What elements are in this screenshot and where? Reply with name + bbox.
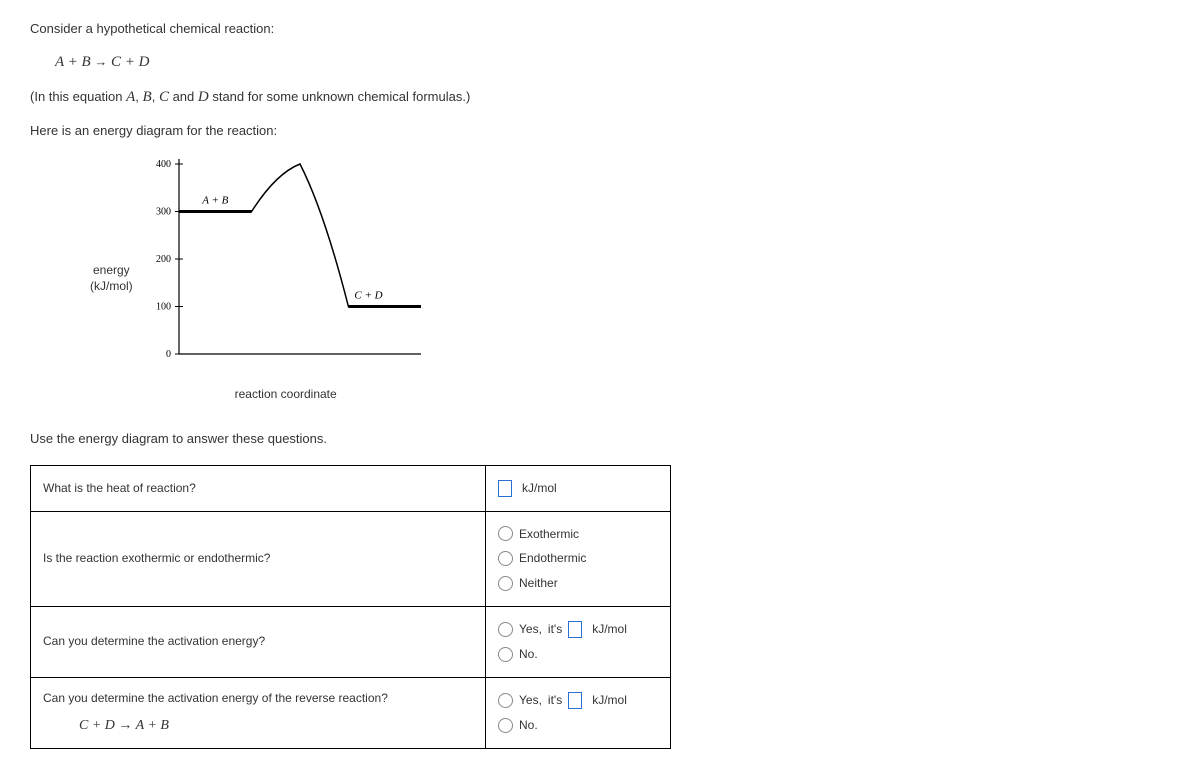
q3-opt-no[interactable]: No. bbox=[498, 642, 658, 667]
svg-text:C + D: C + D bbox=[354, 290, 382, 302]
q1-answer[interactable]: kJ/mol bbox=[498, 476, 658, 501]
q4-text: Can you determine the activation energy … bbox=[31, 677, 486, 748]
q2-opt-endothermic[interactable]: Endothermic bbox=[498, 546, 658, 571]
number-input[interactable] bbox=[568, 692, 582, 709]
q3-opt-yes[interactable]: Yes, it's kJ/mol bbox=[498, 617, 658, 642]
number-input[interactable] bbox=[498, 480, 512, 497]
radio-icon[interactable] bbox=[498, 693, 513, 708]
q2-opt-neither[interactable]: Neither bbox=[498, 571, 658, 596]
q3-text: Can you determine the activation energy? bbox=[31, 606, 486, 677]
x-axis-label: reaction coordinate bbox=[141, 386, 431, 403]
svg-text:300: 300 bbox=[156, 207, 171, 218]
intro-text: Consider a hypothetical chemical reactio… bbox=[30, 20, 1154, 38]
svg-text:200: 200 bbox=[156, 254, 171, 265]
svg-text:100: 100 bbox=[156, 302, 171, 313]
number-input[interactable] bbox=[568, 621, 582, 638]
radio-icon[interactable] bbox=[498, 551, 513, 566]
radio-icon[interactable] bbox=[498, 647, 513, 662]
radio-icon[interactable] bbox=[498, 576, 513, 591]
svg-text:0: 0 bbox=[166, 349, 171, 360]
svg-text:400: 400 bbox=[156, 159, 171, 170]
reverse-equation: C + D → A + B bbox=[43, 715, 473, 736]
energy-diagram: energy (kJ/mol) 0100200300400A + BC + D … bbox=[90, 154, 1154, 402]
intro-text-3: Here is an energy diagram for the reacti… bbox=[30, 122, 1154, 140]
intro-text-2: (In this equation A, B, C and D stand fo… bbox=[30, 87, 1154, 108]
instructions: Use the energy diagram to answer these q… bbox=[30, 430, 1154, 448]
chart-svg: 0 100 200 300 400 A + B C + D bbox=[141, 154, 431, 374]
y-axis-label: energy (kJ/mol) bbox=[90, 262, 141, 296]
radio-icon[interactable] bbox=[498, 526, 513, 541]
reaction-equation: A + B → C + D bbox=[30, 52, 1154, 73]
q2-opt-exothermic[interactable]: Exothermic bbox=[498, 522, 658, 547]
q4-opt-no[interactable]: No. bbox=[498, 713, 658, 738]
radio-icon[interactable] bbox=[498, 718, 513, 733]
q4-opt-yes[interactable]: Yes, it's kJ/mol bbox=[498, 688, 658, 713]
questions-table: What is the heat of reaction? kJ/mol Is … bbox=[30, 465, 671, 749]
svg-text:A + B: A + B bbox=[201, 195, 228, 207]
radio-icon[interactable] bbox=[498, 622, 513, 637]
q2-text: Is the reaction exothermic or endothermi… bbox=[31, 511, 486, 606]
q1-text: What is the heat of reaction? bbox=[31, 465, 486, 511]
